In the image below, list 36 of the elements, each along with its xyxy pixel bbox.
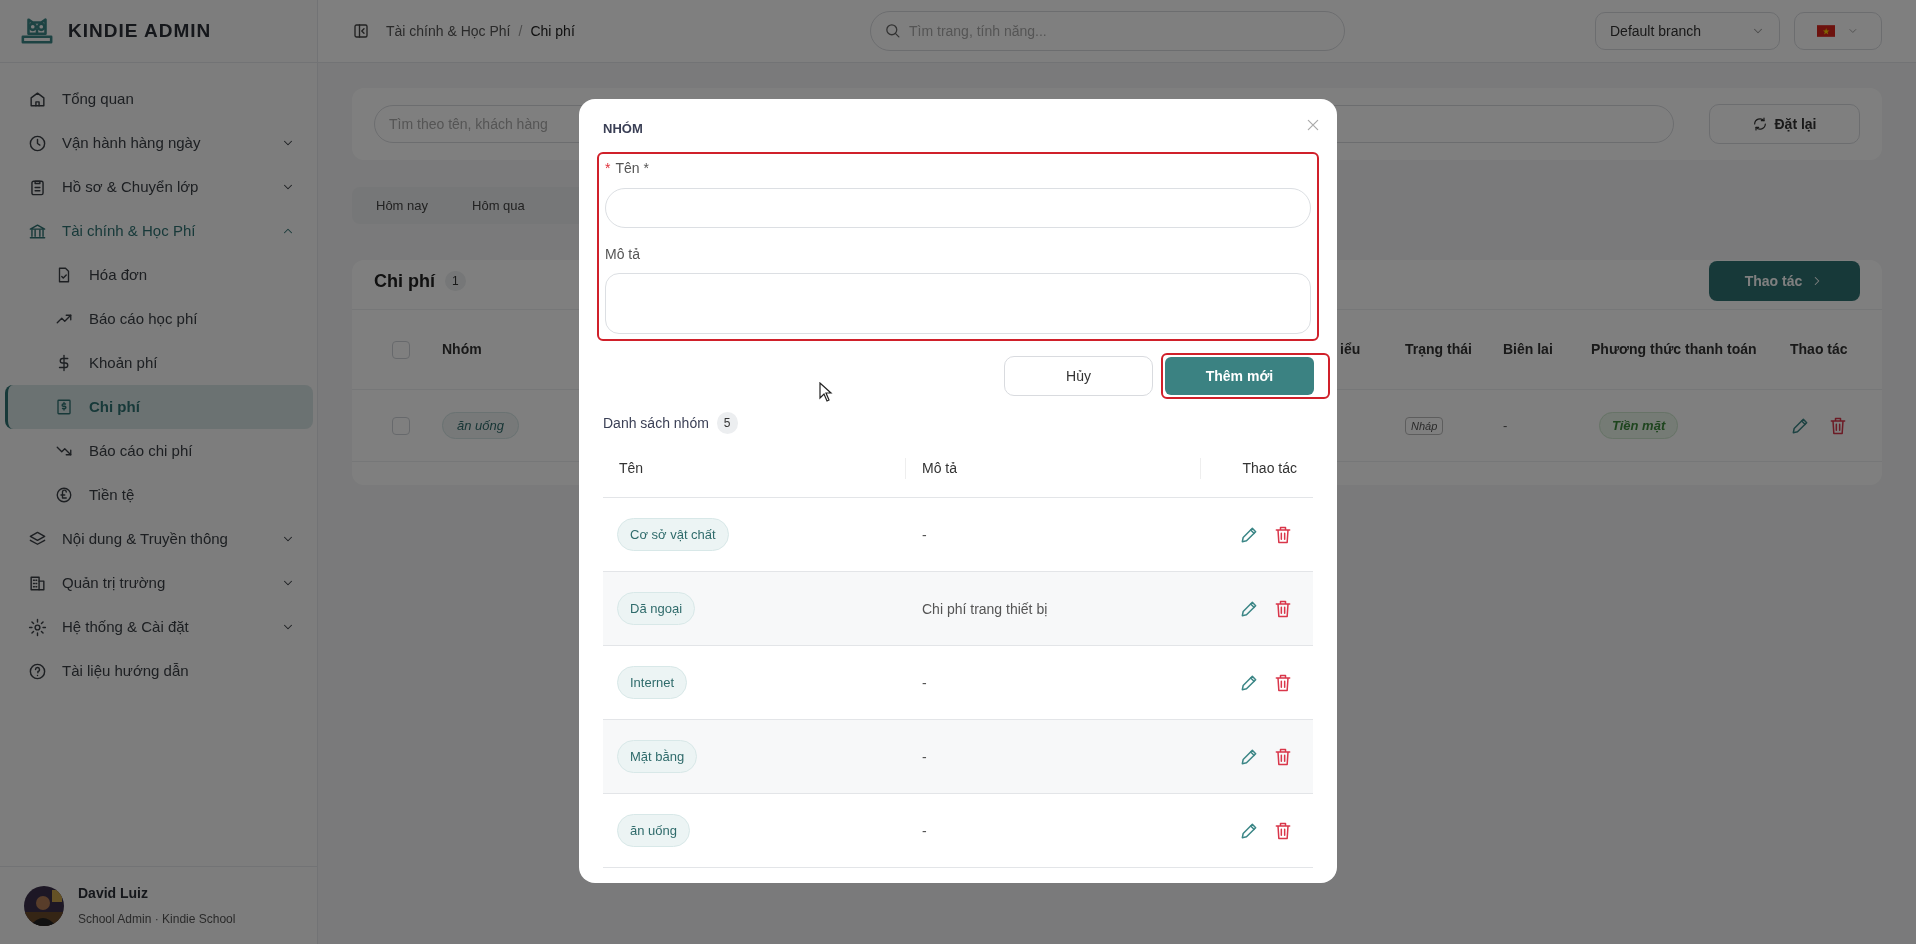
status-tag: Nháp <box>1405 416 1444 435</box>
field-label: Tên * <box>615 158 649 178</box>
breadcrumb-separator: / <box>518 21 523 41</box>
table-cell: Chi phí trang thiết bị <box>922 600 1048 617</box>
table-cell: - <box>922 526 927 543</box>
brand-name: KINDIE ADMIN <box>68 18 212 43</box>
group-tag: ăn uống <box>617 813 690 848</box>
column-header: Mô tả <box>922 460 957 476</box>
list-title: Danh sách nhóm <box>603 413 709 433</box>
field-label: Mô tả <box>605 244 640 264</box>
column-header: Biên lai <box>1503 341 1553 357</box>
group-tag: Cơ sở vật chất <box>617 517 729 552</box>
card-title: Chi phí <box>374 269 435 293</box>
group-tag: ăn uống <box>442 411 519 439</box>
table-cell: - <box>1503 417 1508 433</box>
payment-tag: Tiền mặt <box>1599 411 1679 439</box>
column-header: iểu <box>1340 341 1361 357</box>
user-name: David Luiz <box>78 884 149 903</box>
required-mark: * <box>605 158 611 178</box>
modal-title: NHÓM <box>603 120 643 139</box>
column-header: Phương thức thanh toán <box>1591 341 1757 357</box>
group-tag: Mặt bằng <box>617 739 698 774</box>
column-header: Thao tác <box>1790 341 1848 357</box>
table-cell: - <box>922 748 927 765</box>
table-cell: - <box>922 822 927 839</box>
column-header: Nhóm <box>442 341 482 357</box>
breadcrumb-current: Chi phí <box>530 21 575 41</box>
column-header: Trạng thái <box>1405 341 1472 357</box>
group-tag: Dã ngoại <box>617 591 696 626</box>
table-cell: - <box>922 674 927 691</box>
count-badge: 1 <box>445 271 466 291</box>
column-header: Tên <box>619 460 644 476</box>
user-role: School Admin · Kindie School <box>78 911 236 928</box>
group-tag: Internet <box>617 665 688 700</box>
count-badge: 5 <box>716 412 738 434</box>
column-header: Thao tác <box>1242 460 1297 476</box>
